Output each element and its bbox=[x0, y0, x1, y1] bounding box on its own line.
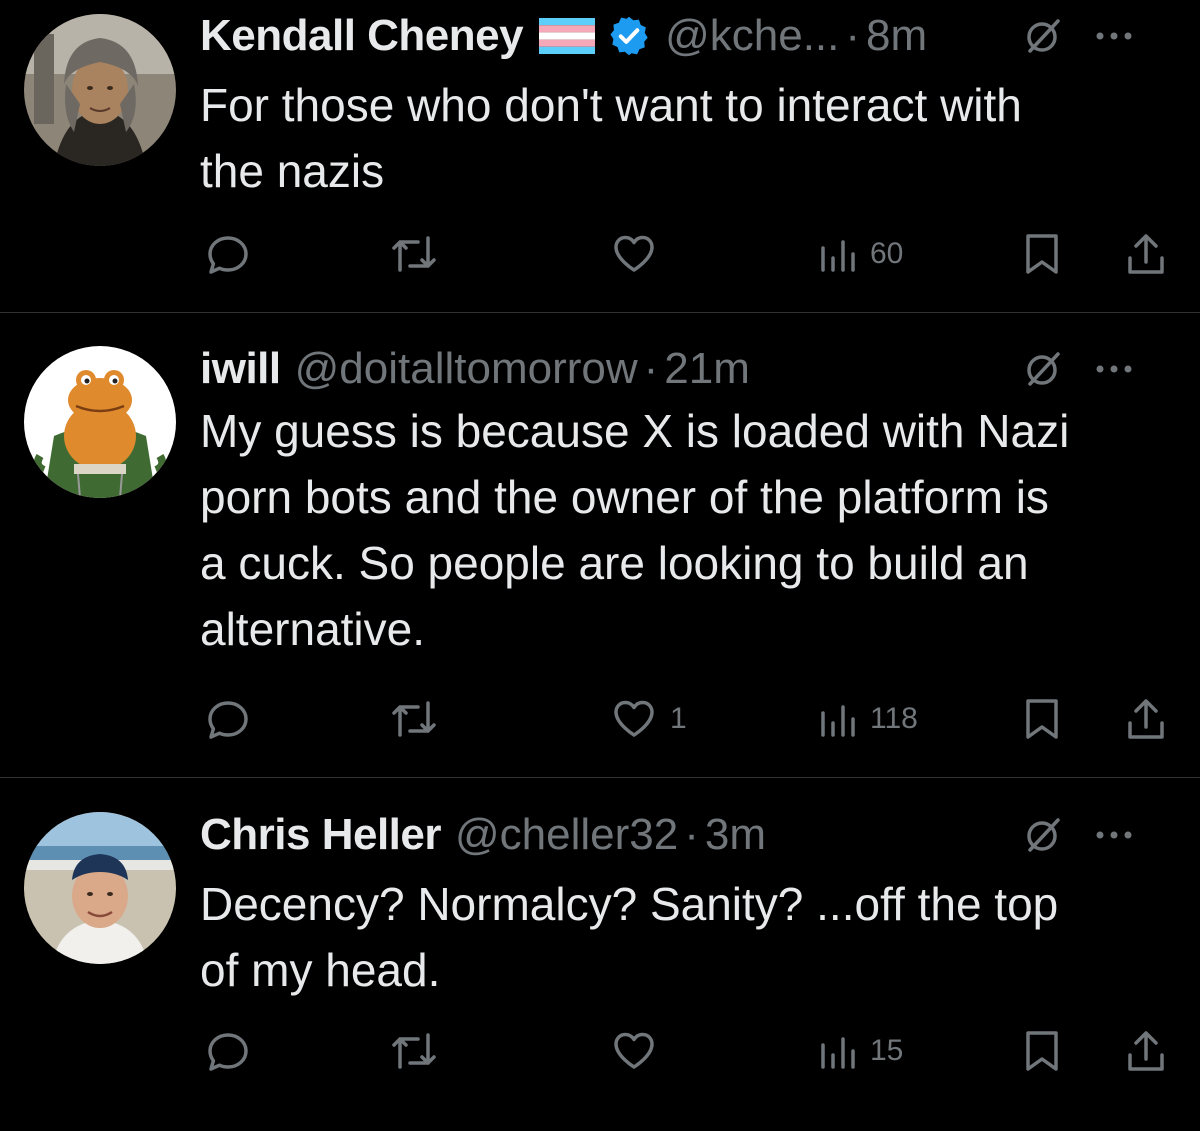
retweet-icon bbox=[392, 1033, 436, 1069]
like-count: 1 bbox=[670, 702, 687, 735]
retweet-icon bbox=[392, 701, 436, 737]
tweet[interactable]: Chris Heller @cheller32 · 3m Decency? No… bbox=[0, 778, 1200, 1131]
separator-dot: · bbox=[684, 810, 699, 859]
tweet-text-line: For those who don't want to interact wit… bbox=[200, 79, 1022, 131]
tweet-text-line: alternative. bbox=[200, 603, 426, 655]
grok-icon[interactable] bbox=[1022, 814, 1064, 856]
reply-button[interactable] bbox=[204, 691, 264, 747]
retweet-button[interactable] bbox=[388, 1023, 452, 1079]
tweet-header: Chris Heller @cheller32 · 3m bbox=[200, 805, 1160, 865]
tweet-text-line: the nazis bbox=[200, 145, 385, 197]
user-handle[interactable]: @doitalltomorrow bbox=[295, 339, 638, 399]
avatar[interactable] bbox=[24, 346, 176, 498]
avatar[interactable] bbox=[24, 812, 176, 964]
like-button[interactable] bbox=[610, 1023, 670, 1079]
retweet-button[interactable] bbox=[388, 226, 452, 282]
tweet-text: For those who don't want to interact wit… bbox=[200, 72, 1180, 204]
more-icon[interactable] bbox=[1094, 30, 1134, 42]
retweet-button[interactable] bbox=[388, 691, 452, 747]
reply-icon bbox=[208, 236, 248, 274]
tweet-text: Decency? Normalcy? Sanity? ...off the to… bbox=[200, 871, 1180, 1003]
tweet-text-line: a cuck. So people are looking to build a… bbox=[200, 537, 1029, 589]
timestamp[interactable]: 3m bbox=[705, 805, 766, 865]
tweet-text-line: porn bots and the owner of the platform … bbox=[200, 471, 1049, 523]
timestamp[interactable]: 8m bbox=[866, 6, 927, 66]
views-count: 60 bbox=[870, 237, 904, 270]
separator-dot: · bbox=[845, 11, 861, 60]
action-bar: 15 bbox=[0, 1023, 1200, 1079]
transgender-flag-icon bbox=[539, 18, 596, 54]
reply-button[interactable] bbox=[204, 226, 264, 282]
share-icon bbox=[1128, 699, 1164, 739]
views-icon bbox=[821, 240, 855, 272]
heart-icon bbox=[614, 235, 654, 272]
share-button[interactable] bbox=[1124, 226, 1168, 282]
bookmark-button[interactable] bbox=[1022, 691, 1062, 747]
views-icon bbox=[821, 705, 855, 737]
bookmark-button[interactable] bbox=[1022, 1023, 1062, 1079]
grok-icon[interactable] bbox=[1022, 15, 1064, 57]
retweet-icon bbox=[392, 236, 436, 272]
timestamp[interactable]: 21m bbox=[664, 339, 750, 399]
action-bar: 1 118 bbox=[0, 691, 1200, 747]
views-icon bbox=[821, 1037, 855, 1069]
tweet-text-line: of my head. bbox=[200, 944, 441, 996]
bookmark-icon bbox=[1026, 234, 1058, 274]
share-icon bbox=[1128, 234, 1164, 274]
action-bar: 60 bbox=[0, 226, 1200, 282]
views-count: 118 bbox=[870, 702, 918, 735]
bookmark-icon bbox=[1026, 1031, 1058, 1071]
like-button[interactable]: 1 bbox=[610, 691, 687, 747]
heart-icon bbox=[614, 700, 654, 737]
like-button[interactable] bbox=[610, 226, 670, 282]
header-actions bbox=[1022, 805, 1134, 865]
reply-icon bbox=[208, 701, 248, 739]
share-button[interactable] bbox=[1124, 1023, 1168, 1079]
views-button[interactable]: 118 bbox=[818, 691, 918, 747]
more-icon[interactable] bbox=[1094, 829, 1134, 841]
views-count: 15 bbox=[870, 1034, 904, 1067]
separator-dot: · bbox=[643, 344, 659, 393]
user-handle[interactable]: @cheller32 bbox=[455, 805, 678, 865]
avatar[interactable] bbox=[24, 14, 176, 166]
views-button[interactable]: 15 bbox=[818, 1023, 903, 1079]
share-button[interactable] bbox=[1124, 691, 1168, 747]
tweet-text-line: Decency? Normalcy? Sanity? ...off the to… bbox=[200, 878, 1059, 930]
timeline: Kendall Cheney @kche... · 8m For those w… bbox=[0, 0, 1200, 1131]
tweet-header: Kendall Cheney @kche... · 8m bbox=[200, 6, 1160, 66]
header-actions bbox=[1022, 339, 1134, 399]
tweet[interactable]: Kendall Cheney @kche... · 8m For those w… bbox=[0, 0, 1200, 313]
reply-icon bbox=[208, 1033, 248, 1071]
verified-badge-icon[interactable] bbox=[607, 14, 651, 58]
display-name[interactable]: iwill bbox=[200, 339, 281, 399]
more-icon[interactable] bbox=[1094, 363, 1134, 375]
heart-icon bbox=[614, 1032, 654, 1069]
bookmark-icon bbox=[1026, 699, 1058, 739]
tweet[interactable]: iwill @doitalltomorrow · 21m My guess is… bbox=[0, 313, 1200, 778]
tweet-header: iwill @doitalltomorrow · 21m bbox=[200, 339, 1160, 399]
bookmark-button[interactable] bbox=[1022, 226, 1062, 282]
tweet-text-line: My guess is because X is loaded with Naz… bbox=[200, 405, 1070, 457]
display-name[interactable]: Chris Heller bbox=[200, 805, 441, 865]
header-actions bbox=[1022, 6, 1134, 66]
reply-button[interactable] bbox=[204, 1023, 264, 1079]
user-handle[interactable]: @kche... bbox=[665, 6, 839, 66]
grok-icon[interactable] bbox=[1022, 348, 1064, 390]
share-icon bbox=[1128, 1031, 1164, 1071]
views-button[interactable]: 60 bbox=[818, 226, 903, 282]
display-name[interactable]: Kendall Cheney bbox=[200, 6, 524, 66]
tweet-text: My guess is because X is loaded with Naz… bbox=[200, 398, 1180, 662]
